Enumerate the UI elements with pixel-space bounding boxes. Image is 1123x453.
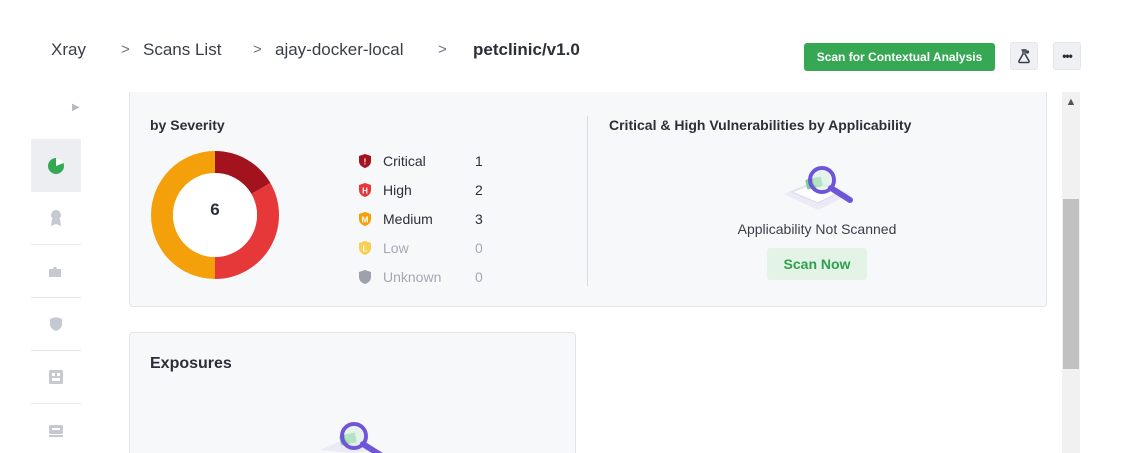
chevron-right-icon: > xyxy=(253,41,262,58)
legend-count: 0 xyxy=(475,269,483,285)
applicability-status: Applicability Not Scanned xyxy=(737,221,897,237)
scroll-up-arrow-icon[interactable]: ▲ xyxy=(1062,94,1080,110)
lab-flask-icon xyxy=(1018,49,1030,64)
svg-text:!: ! xyxy=(364,158,367,167)
rail-item-layers[interactable] xyxy=(31,404,81,453)
scan-details-page: Xray > Scans List > ajay-docker-local > … xyxy=(0,0,1123,453)
applicability-title: Critical & High Vulnerabilities by Appli… xyxy=(609,117,912,133)
layers-icon xyxy=(49,424,63,437)
more-options-button[interactable]: ••• xyxy=(1053,42,1081,70)
severity-high-icon: H xyxy=(359,183,371,197)
breadcrumb-repository[interactable]: ajay-docker-local xyxy=(275,38,404,62)
severity-critical-icon: ! xyxy=(359,154,371,168)
divider xyxy=(587,116,588,286)
severity-total-count: 6 xyxy=(210,200,220,219)
dependencies-icon xyxy=(49,370,63,384)
legend-row-unknown[interactable]: Unknown 0 xyxy=(357,267,497,287)
legend-row-critical[interactable]: ! Critical 1 xyxy=(357,151,497,171)
legend-count: 2 xyxy=(475,182,483,198)
legend-count: 1 xyxy=(475,153,483,169)
svg-text:M: M xyxy=(362,216,369,225)
severity-unknown-icon xyxy=(359,270,371,284)
legend-label: Unknown xyxy=(383,269,442,285)
legend-row-medium[interactable]: M Medium 3 xyxy=(357,209,497,229)
svg-text:H: H xyxy=(362,187,368,196)
award-badge-icon xyxy=(51,210,61,226)
legend-label: High xyxy=(383,182,412,198)
severity-low-icon: L xyxy=(359,241,371,255)
severity-title: by Severity xyxy=(150,117,225,133)
chevron-right-icon: > xyxy=(438,41,447,58)
legend-label: Critical xyxy=(383,153,426,169)
magnifier-illustration-icon xyxy=(320,422,383,453)
scan-contextual-analysis-button[interactable]: Scan for Contextual Analysis xyxy=(804,43,995,71)
lab-flask-button[interactable] xyxy=(1010,42,1038,70)
legend-count: 0 xyxy=(475,240,483,256)
rail-item-summary[interactable] xyxy=(31,139,81,192)
rail-item-security[interactable] xyxy=(31,298,81,351)
puzzle-icon xyxy=(49,267,61,277)
svg-text:L: L xyxy=(363,245,368,254)
scan-now-button[interactable]: Scan Now xyxy=(767,248,867,280)
shield-icon xyxy=(50,317,62,331)
legend-label: Medium xyxy=(383,211,433,227)
expand-arrow-icon[interactable]: ▶ xyxy=(72,102,80,113)
legend-label: Low xyxy=(383,240,409,256)
magnifier-illustration-icon xyxy=(784,166,853,210)
severity-medium-icon: M xyxy=(359,212,371,226)
breadcrumb-xray[interactable]: Xray xyxy=(51,38,86,62)
breadcrumb-current-artifact: petclinic/v1.0 xyxy=(473,40,580,59)
scrollbar-thumb[interactable] xyxy=(1063,199,1079,369)
more-options-icon: ••• xyxy=(1062,49,1073,63)
rail-item-licenses[interactable] xyxy=(31,192,81,245)
legend-row-high[interactable]: H High 2 xyxy=(357,180,497,200)
pie-chart-icon xyxy=(48,157,64,174)
rail-item-components[interactable] xyxy=(31,245,81,298)
chevron-right-icon: > xyxy=(121,41,130,58)
exposures-title: Exposures xyxy=(150,355,232,372)
breadcrumb-scans-list[interactable]: Scans List xyxy=(143,38,221,62)
legend-row-low[interactable]: L Low 0 xyxy=(357,238,497,258)
rail-item-dependencies[interactable] xyxy=(31,351,81,404)
legend-count: 3 xyxy=(475,211,483,227)
